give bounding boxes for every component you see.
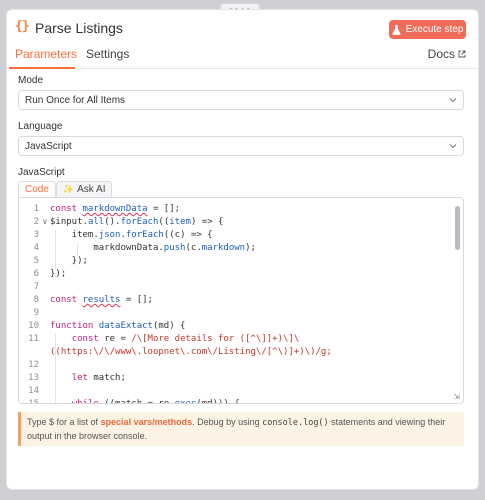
line-number: 15: [28, 399, 39, 404]
code-tabs: Code ✨ Ask AI: [18, 181, 113, 197]
special-vars-link[interactable]: special vars/methods: [101, 417, 193, 427]
hint-middle: . Debug by using: [192, 417, 263, 427]
line-number: 8: [33, 295, 39, 305]
editor-scrollbar[interactable]: [455, 206, 460, 250]
line-number: 7: [33, 282, 39, 292]
editor-hint: Type $ for a list of special vars/method…: [18, 412, 464, 446]
line-number: 11: [28, 334, 39, 344]
tab-settings[interactable]: Settings: [86, 47, 129, 61]
mode-value: Run Once for All Items: [25, 94, 126, 106]
tab-ask-ai[interactable]: ✨ Ask AI: [55, 181, 113, 197]
tab-code[interactable]: Code: [18, 181, 56, 197]
line-number-gutter: 1 2 3 4 5 6 7 8 9 10 11 12 13 14 15 16 ∨: [19, 198, 53, 403]
line-number: 3: [33, 230, 39, 240]
code-line: function dataExtact(md) {: [50, 321, 186, 331]
line-number: 12: [28, 360, 39, 370]
tab-code-label: Code: [25, 184, 49, 195]
docs-link[interactable]: Docs: [428, 47, 466, 61]
line-number: 14: [28, 386, 39, 396]
node-panel: {} Parse Listings Execute step Parameter…: [6, 9, 479, 490]
tab-ask-ai-label: Ask AI: [77, 184, 106, 195]
code-editor[interactable]: 1 2 3 4 5 6 7 8 9 10 11 12 13 14 15 16 ∨…: [18, 197, 464, 404]
javascript-code-label: JavaScript: [18, 167, 65, 178]
line-number: 6: [33, 269, 39, 279]
code-line: item.json.forEach((c) => {: [50, 230, 213, 240]
panel-header: {} Parse Listings Execute step: [7, 10, 478, 46]
code-node-icon: {}: [15, 19, 30, 34]
code-line: const re = /\[More details for ([^\]]+)\…: [71, 334, 300, 344]
flask-icon: [392, 24, 401, 35]
active-tab-indicator: [9, 67, 75, 69]
code-line: $input.all().forEach((item) => {: [50, 217, 224, 227]
hint-prefix: Type $ for a list of: [27, 417, 101, 427]
panel-tabs: Parameters Settings Docs: [7, 46, 478, 69]
code-line: });: [50, 256, 88, 266]
chevron-down-icon: [449, 144, 457, 149]
line-number: 2: [33, 217, 39, 227]
node-title[interactable]: Parse Listings: [35, 20, 123, 36]
code-line: ((https:\/\/www\.loopnet\.com\/Listing\/…: [50, 347, 332, 357]
hint-code: console.log(): [262, 418, 329, 428]
execute-step-button[interactable]: Execute step: [389, 20, 466, 39]
line-number: 9: [33, 308, 39, 318]
code-line: while ((match = re.exec(md))) {: [71, 399, 240, 404]
code-line: markdownData.push(c.markdown);: [50, 243, 256, 253]
code-line: let match;: [71, 373, 126, 383]
code-line: const markdownData = [];: [50, 204, 181, 214]
execute-step-label: Execute step: [405, 24, 464, 35]
line-number: 4: [33, 243, 39, 253]
external-link-icon: [458, 50, 466, 58]
line-number: 1: [33, 204, 39, 214]
fold-chevron-icon[interactable]: ∨: [42, 217, 48, 226]
resize-handle-icon[interactable]: ⇲: [453, 392, 460, 401]
language-select[interactable]: JavaScript: [18, 136, 464, 156]
mode-label: Mode: [18, 75, 44, 86]
indent-guide: [55, 334, 56, 403]
docs-label: Docs: [427, 47, 455, 61]
language-value: JavaScript: [25, 140, 72, 152]
mode-select[interactable]: Run Once for All Items: [18, 90, 464, 110]
code-line: const results = [];: [50, 295, 153, 305]
sparkle-icon: ✨: [62, 184, 75, 194]
code-line: });: [50, 269, 67, 279]
tab-parameters[interactable]: Parameters: [15, 47, 77, 61]
line-number: 10: [28, 321, 39, 331]
language-label: Language: [18, 121, 63, 132]
line-number: 13: [28, 373, 39, 383]
line-number: 5: [33, 256, 39, 266]
chevron-down-icon: [449, 98, 457, 103]
